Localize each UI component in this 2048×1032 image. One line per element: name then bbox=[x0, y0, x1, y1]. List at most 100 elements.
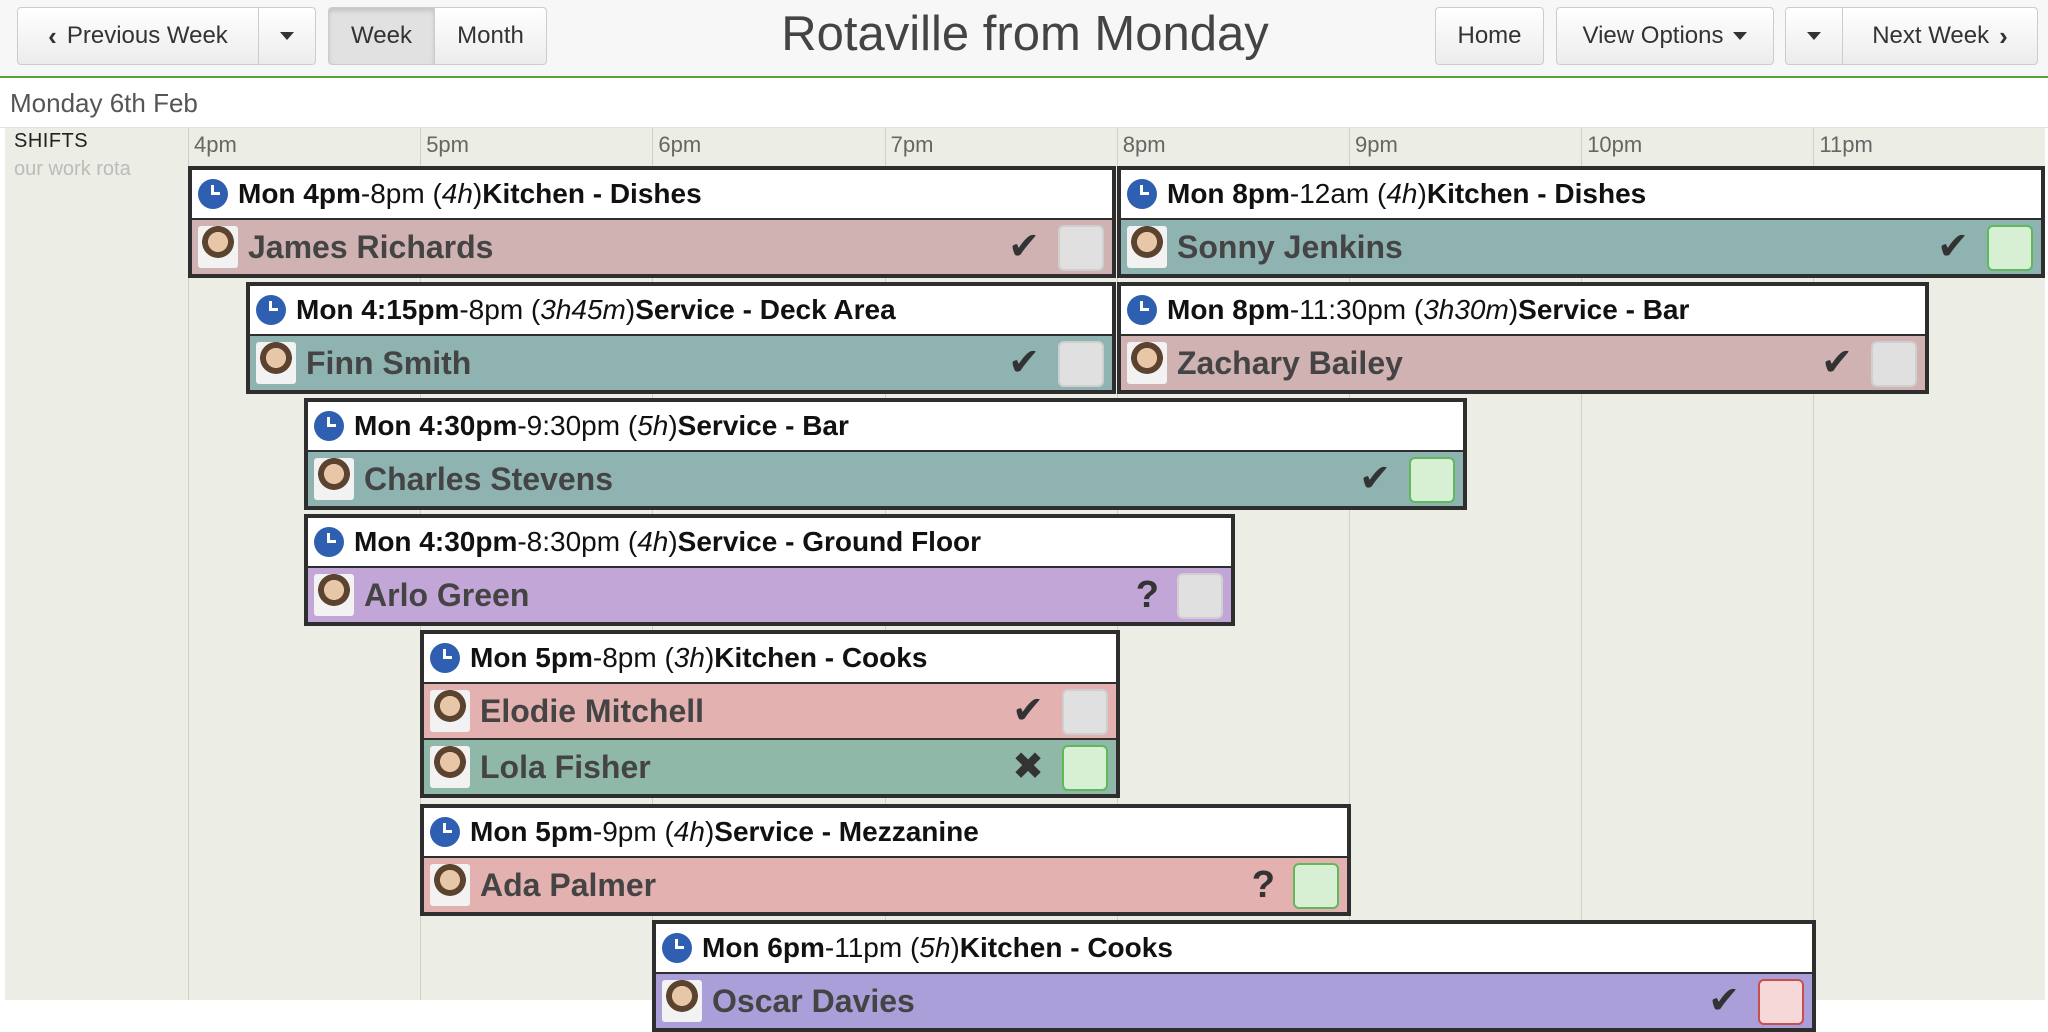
shift-assignee[interactable]: Ada Palmer? bbox=[424, 858, 1347, 912]
clock-icon bbox=[198, 179, 228, 209]
shift-assignee[interactable]: Zachary Bailey ✔ bbox=[1121, 336, 1925, 390]
shift-card[interactable]: Mon 8pm -11:30pm (3h30m) Service - Bar Zac… bbox=[1117, 282, 1929, 394]
home-button[interactable]: Home bbox=[1435, 7, 1544, 65]
view-options-button[interactable]: View Options bbox=[1556, 7, 1774, 65]
shift-start: Mon 8pm bbox=[1167, 178, 1290, 209]
shift-header[interactable]: Mon 4:15pm -8pm (3h45m) Service - Deck Ar… bbox=[250, 286, 1112, 334]
date-label: Monday 6th Feb bbox=[10, 88, 198, 118]
shift-header[interactable]: Mon 4:30pm -8:30pm (4h) Service - Ground … bbox=[308, 518, 1231, 566]
shift-card[interactable]: Mon 4pm -8pm (4h) Kitchen - Dishes James R… bbox=[188, 166, 1116, 278]
shift-assignee[interactable]: Charles Stevens ✔ bbox=[308, 452, 1463, 506]
shift-header[interactable]: Mon 8pm -12am (4h) Kitchen - Dishes bbox=[1121, 170, 2041, 218]
assignee-name: Finn Smith bbox=[306, 344, 472, 381]
shift-end-duration: -8pm (3h45m) bbox=[459, 294, 636, 325]
shift-assignee[interactable]: Finn Smith ✔ bbox=[250, 336, 1112, 390]
avatar bbox=[256, 342, 296, 384]
check-icon: ✔ bbox=[1012, 690, 1044, 732]
avatar bbox=[430, 864, 470, 906]
shift-header[interactable]: Mon 8pm -11:30pm (3h30m) Service - Bar bbox=[1121, 286, 1925, 334]
shift-end-duration: -11:30pm (3h30m) bbox=[1289, 294, 1519, 325]
confirm-checkbox[interactable] bbox=[1062, 689, 1108, 735]
hour-label: 8pm bbox=[1122, 132, 1166, 157]
avatar bbox=[662, 980, 702, 1022]
confirm-checkbox[interactable] bbox=[1062, 745, 1108, 791]
shift-header[interactable]: Mon 5pm -9pm (4h) Service - Mezzanine bbox=[424, 808, 1347, 856]
date-row: Monday 6th Feb bbox=[0, 80, 2048, 128]
month-view-button[interactable]: Month bbox=[434, 7, 547, 65]
shift-card[interactable]: Mon 8pm -12am (4h) Kitchen - Dishes Sonny … bbox=[1117, 166, 2045, 278]
confirm-checkbox[interactable] bbox=[1409, 457, 1455, 503]
shift-end-duration: -12am (4h) bbox=[1289, 178, 1427, 209]
avatar bbox=[314, 574, 354, 616]
hour-label: 9pm bbox=[1355, 132, 1398, 157]
check-icon: ✔ bbox=[1708, 980, 1740, 1022]
hour-label: 4pm bbox=[194, 132, 237, 157]
shift-assignee[interactable]: Oscar Davies ✔ bbox=[656, 974, 1812, 1028]
week-view-button[interactable]: Week bbox=[328, 7, 435, 65]
shift-header[interactable]: Mon 4pm -8pm (4h) Kitchen - Dishes bbox=[192, 170, 1112, 218]
clock-icon bbox=[314, 411, 344, 441]
previous-week-button[interactable]: ‹ Previous Week bbox=[17, 7, 259, 65]
confirm-checkbox[interactable] bbox=[1987, 225, 2033, 271]
shift-card[interactable]: Mon 5pm -8pm (3h) Kitchen - Cooks Elodie M… bbox=[420, 630, 1120, 798]
top-toolbar: ‹ Previous Week Week Month Rotaville fro… bbox=[0, 0, 2048, 78]
week-label: Week bbox=[351, 22, 412, 49]
assignee-name: Charles Stevens bbox=[364, 460, 614, 497]
caret-down-icon bbox=[1807, 32, 1821, 40]
cross-icon: ✖ bbox=[1012, 746, 1044, 788]
month-label: Month bbox=[457, 22, 524, 49]
shift-assignee[interactable]: Lola Fisher ✖ bbox=[424, 740, 1116, 794]
sidebar-subtitle: our work rota bbox=[14, 158, 131, 180]
confirm-checkbox[interactable] bbox=[1758, 979, 1804, 1025]
confirm-checkbox[interactable] bbox=[1177, 573, 1223, 619]
shift-assignee[interactable]: Arlo Green? bbox=[308, 568, 1231, 622]
assignee-name: Ada Palmer bbox=[480, 866, 657, 903]
avatar bbox=[430, 746, 470, 788]
shift-header[interactable]: Mon 4:30pm -9:30pm (5h) Service - Bar bbox=[308, 402, 1463, 450]
confirm-checkbox[interactable] bbox=[1871, 341, 1917, 387]
hour-label: 5pm bbox=[426, 132, 469, 157]
hour-label: 6pm bbox=[658, 132, 702, 157]
shift-start: Mon 4:15pm bbox=[296, 294, 460, 325]
hour-label: 10pm bbox=[1587, 132, 1643, 157]
assignee-name: Elodie Mitchell bbox=[480, 692, 705, 729]
question-icon: ? bbox=[1251, 864, 1275, 906]
assignee-name: James Richards bbox=[248, 228, 494, 265]
shift-header[interactable]: Mon 5pm -8pm (3h) Kitchen - Cooks bbox=[424, 634, 1116, 682]
check-icon: ✔ bbox=[1937, 226, 1969, 268]
clock-icon bbox=[430, 817, 460, 847]
check-icon: ✔ bbox=[1008, 342, 1040, 384]
shift-end-duration: -8pm (3h) bbox=[592, 642, 715, 673]
shift-assignee[interactable]: Elodie Mitchell ✔ bbox=[424, 684, 1116, 738]
next-week-button[interactable]: Next Week › bbox=[1842, 7, 2038, 65]
confirm-checkbox[interactable] bbox=[1293, 863, 1339, 909]
next-week-dropdown[interactable] bbox=[1785, 7, 1843, 65]
shift-assignee[interactable]: James Richards ✔ bbox=[192, 220, 1112, 274]
shift-header[interactable]: Mon 6pm -11pm (5h) Kitchen - Cooks bbox=[656, 924, 1812, 972]
shift-card[interactable]: Mon 6pm -11pm (5h) Kitchen - Cooks Oscar D… bbox=[652, 920, 1816, 1032]
chevron-right-icon: › bbox=[1999, 21, 2008, 51]
previous-week-dropdown[interactable] bbox=[258, 7, 316, 65]
shift-area: Service - Deck Area bbox=[635, 294, 896, 325]
shift-card[interactable]: Mon 4:15pm -8pm (3h45m) Service - Deck Ar… bbox=[246, 282, 1116, 394]
avatar bbox=[430, 690, 470, 732]
next-week-label: Next Week bbox=[1872, 22, 1990, 49]
shift-assignee[interactable]: Sonny Jenkins ✔ bbox=[1121, 220, 2041, 274]
hour-label: 7pm bbox=[890, 132, 934, 157]
shift-area: Kitchen - Dishes bbox=[482, 178, 702, 209]
shift-card[interactable]: Mon 5pm -9pm (4h) Service - Mezzanine Ada … bbox=[420, 804, 1351, 916]
shift-card[interactable]: Mon 4:30pm -8:30pm (4h) Service - Ground … bbox=[304, 514, 1235, 626]
confirm-checkbox[interactable] bbox=[1058, 225, 1104, 271]
avatar bbox=[1127, 342, 1167, 384]
shift-start: Mon 6pm bbox=[702, 932, 825, 963]
clock-icon bbox=[256, 295, 286, 325]
assignee-name: Lola Fisher bbox=[480, 748, 651, 785]
sidebar-title: SHIFTS bbox=[14, 130, 89, 152]
confirm-checkbox[interactable] bbox=[1058, 341, 1104, 387]
shift-card[interactable]: Mon 4:30pm -9:30pm (5h) Service - Bar Char… bbox=[304, 398, 1467, 510]
shift-end-duration: -11pm (5h) bbox=[824, 932, 960, 963]
clock-icon bbox=[430, 643, 460, 673]
shift-end-duration: -8pm (4h) bbox=[360, 178, 483, 209]
shift-end-duration: -9:30pm (5h) bbox=[517, 410, 678, 441]
home-label: Home bbox=[1457, 22, 1522, 49]
